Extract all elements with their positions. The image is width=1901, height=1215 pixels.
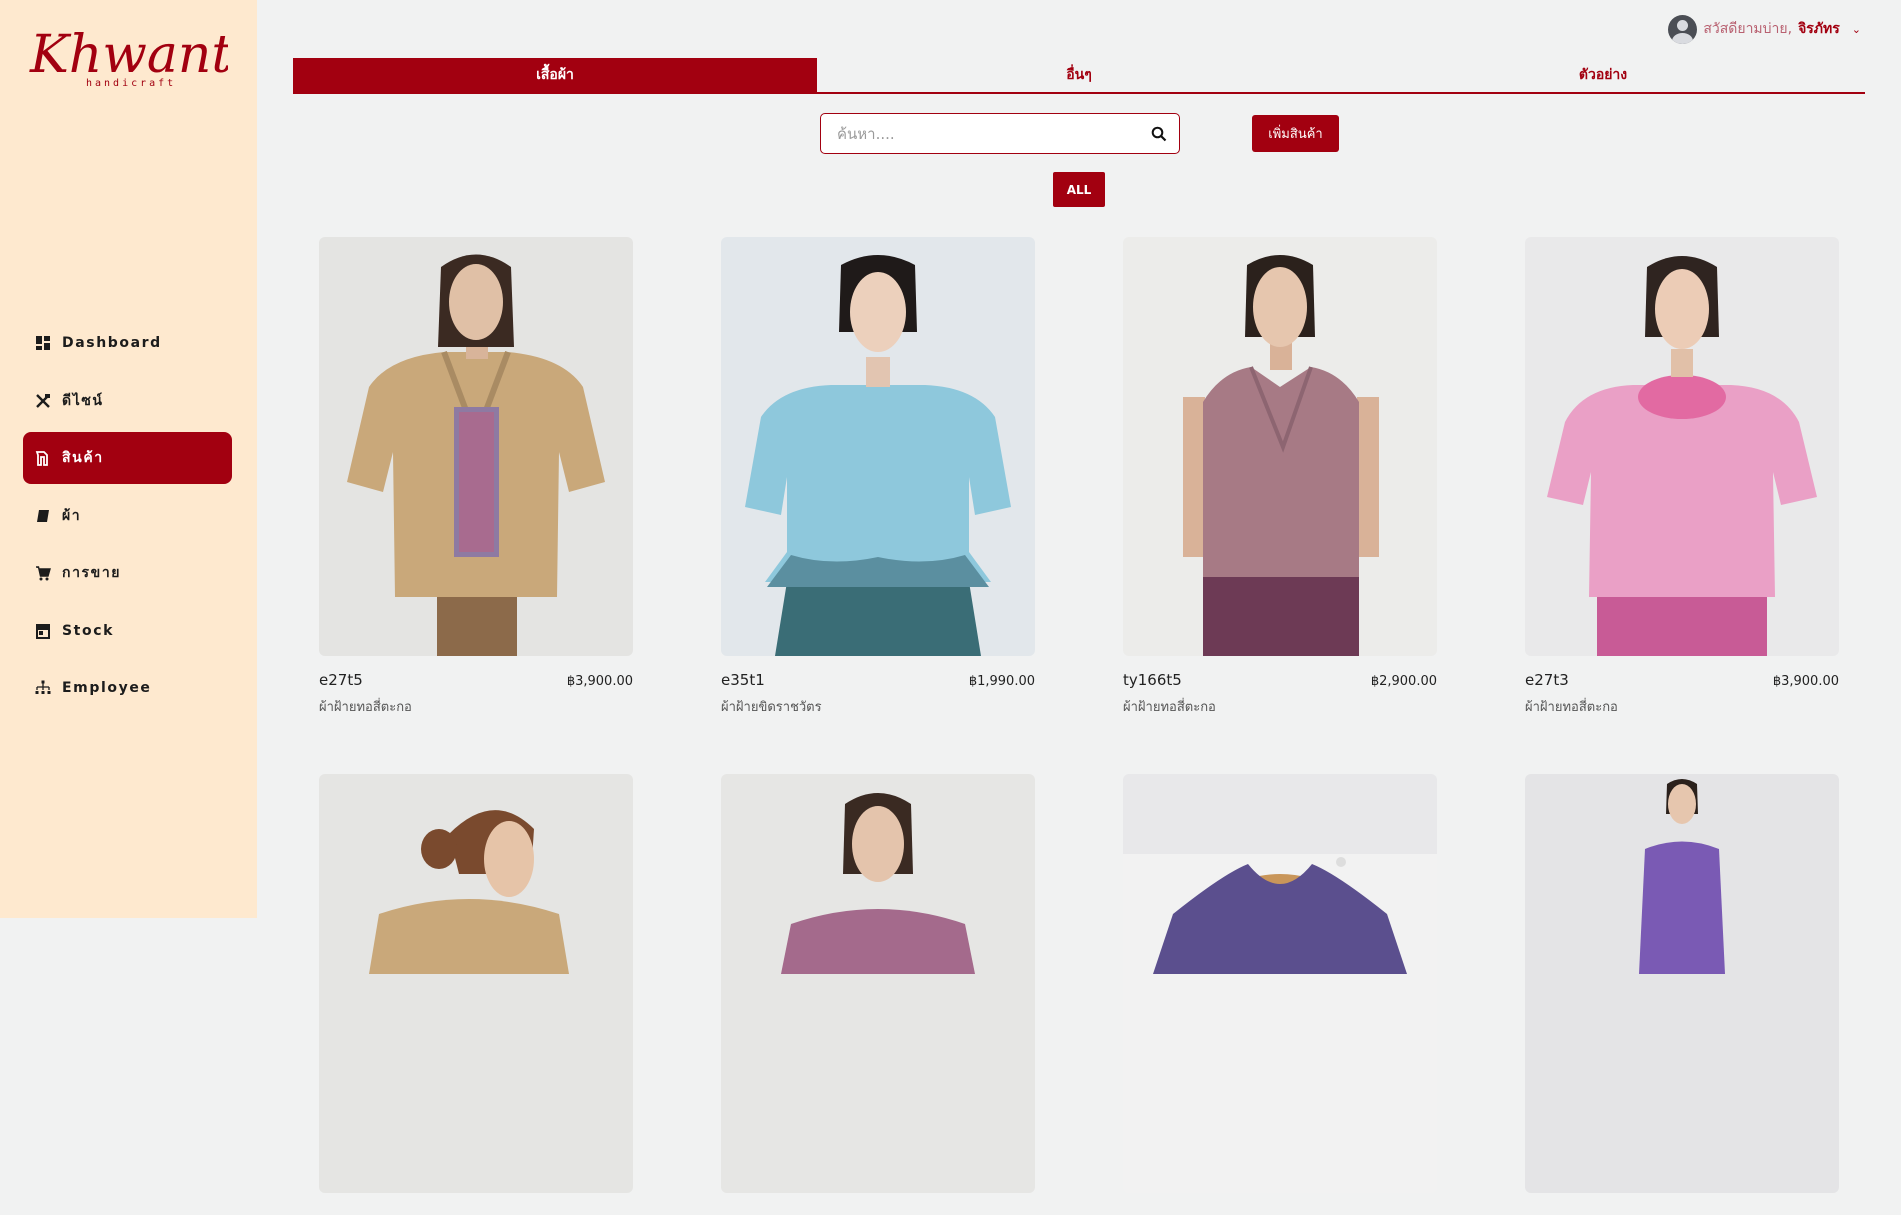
chevron-down-icon: ⌄ [1851, 23, 1861, 36]
product-fabric: ผ้าฝ้ายทอสี่ตะกอ [319, 700, 412, 715]
sidebar-item-label: Stock [62, 622, 115, 639]
product-card[interactable] [319, 774, 633, 1215]
dashboard-icon [34, 334, 52, 352]
product-image [1123, 237, 1437, 656]
user-name: จิรภัทร [1798, 21, 1840, 37]
product-card[interactable]: ty166t5 ฿2,900.00 ผ้าฝ้ายทอสี่ตะกอ [1123, 237, 1437, 717]
search-input[interactable] [821, 114, 1139, 153]
product-price: ฿1,990.00 [968, 674, 1035, 689]
product-fabric: ผ้าฝ้ายทอสี่ตะกอ [1123, 700, 1216, 715]
product-code: e35t1 [721, 671, 765, 689]
avatar [1668, 14, 1698, 44]
product-image [1123, 774, 1437, 1193]
product-code: e27t5 [319, 671, 363, 689]
product-image [721, 774, 1035, 1193]
product-card[interactable] [1525, 774, 1839, 1215]
product-fabric: ผ้าฝ้ายขิดราชวัตร [721, 700, 822, 715]
sidebar-item-design[interactable]: ดีไซน์ [23, 375, 232, 427]
cart-icon [34, 564, 52, 582]
sidebar-item-label: Employee [62, 680, 152, 696]
tab-samples[interactable]: ตัวอย่าง [1341, 58, 1865, 92]
sidebar-item-sales[interactable]: การขาย [23, 547, 232, 599]
sidebar: Khwanta handicraft Dashboard ดีไซน์ สินค… [0, 0, 257, 918]
sidebar-item-fabric[interactable]: ผ้า [23, 490, 232, 542]
greeting-text: สวัสดียามบ่าย, [1703, 21, 1793, 37]
product-price: ฿3,900.00 [566, 674, 633, 689]
product-code: ty166t5 [1123, 671, 1182, 689]
sidebar-item-employee[interactable]: Employee [23, 662, 232, 714]
tab-others[interactable]: อื่นๆ [817, 58, 1341, 92]
product-image [1525, 237, 1839, 656]
product-card[interactable] [721, 774, 1035, 1215]
product-code: e27t3 [1525, 671, 1569, 689]
product-image [319, 774, 633, 1193]
sidebar-nav: Dashboard ดีไซน์ สินค้า ผ้า การขาย Stock… [23, 317, 232, 720]
product-image [1525, 774, 1839, 1193]
filter-all-button[interactable]: ALL [1053, 172, 1105, 207]
tab-clothing[interactable]: เสื้อผ้า [293, 58, 817, 92]
add-product-button[interactable]: เพิ่มสินค้า [1252, 115, 1339, 152]
search-box [820, 113, 1180, 154]
product-card[interactable]: e27t3 ฿3,900.00 ผ้าฝ้ายทอสี่ตะกอ [1525, 237, 1839, 717]
hanger-icon [34, 449, 52, 467]
product-card[interactable]: e35t1 ฿1,990.00 ผ้าฝ้ายขิดราชวัตร [721, 237, 1035, 717]
sidebar-item-label: สินค้า [62, 450, 104, 466]
sidebar-item-dashboard[interactable]: Dashboard [23, 317, 232, 369]
org-chart-icon [34, 679, 52, 697]
sidebar-item-label: ดีไซน์ [62, 392, 104, 409]
logo-wordmark: Khwanta [29, 25, 228, 85]
category-tabs: เสื้อผ้า อื่นๆ ตัวอย่าง [293, 58, 1865, 94]
search-icon[interactable] [1139, 114, 1179, 153]
sidebar-item-label: ผ้า [62, 507, 82, 524]
product-price: ฿2,900.00 [1370, 674, 1437, 689]
sidebar-item-products[interactable]: สินค้า [23, 432, 232, 484]
user-menu[interactable]: สวัสดียามบ่าย, จิรภัทร ⌄ [1668, 14, 1861, 44]
store-icon [34, 622, 52, 640]
fabric-roll-icon [34, 507, 52, 525]
design-tools-icon [34, 392, 52, 410]
product-image [721, 237, 1035, 656]
product-price: ฿3,900.00 [1772, 674, 1839, 689]
product-image [319, 237, 633, 656]
product-card[interactable] [1123, 774, 1437, 1215]
product-fabric: ผ้าฝ้ายทอสี่ตะกอ [1525, 700, 1618, 715]
logo-subtitle: handicraft [86, 78, 176, 89]
sidebar-item-label: การขาย [62, 565, 122, 581]
sidebar-item-stock[interactable]: Stock [23, 605, 232, 657]
brand-logo[interactable]: Khwanta handicraft [28, 20, 228, 90]
sidebar-item-label: Dashboard [62, 335, 162, 351]
product-card[interactable]: e27t5 ฿3,900.00 ผ้าฝ้ายทอสี่ตะกอ [319, 237, 633, 717]
